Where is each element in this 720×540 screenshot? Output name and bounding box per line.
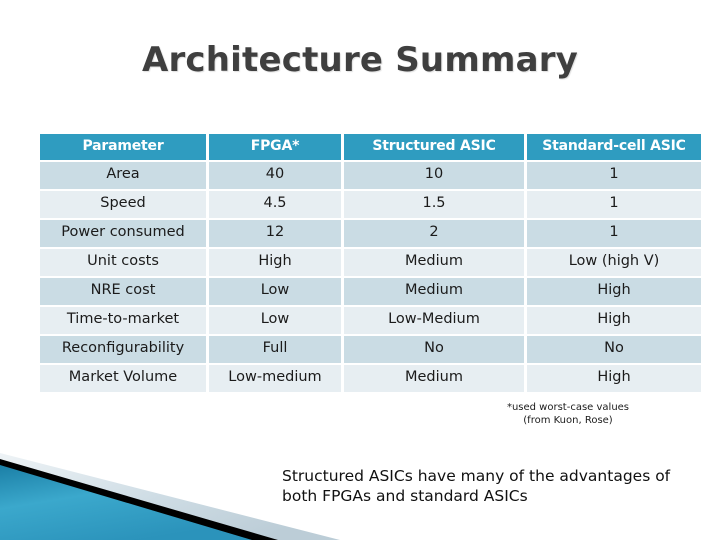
cell-fpga: Full: [209, 336, 341, 363]
cell-structured: No: [344, 336, 524, 363]
table-footnote: *used worst-case values (from Kuon, Rose…: [438, 402, 698, 427]
cell-standard: Low (high V): [527, 249, 701, 277]
cell-fpga: 40: [209, 162, 341, 190]
cell-fpga: 4.5: [209, 191, 341, 219]
column-header-parameter: Parameter: [40, 134, 206, 161]
cell-parameter: NRE cost: [40, 278, 206, 306]
cell-fpga: High: [209, 249, 341, 277]
cell-fpga: Low-medium: [209, 364, 341, 392]
cell-structured: Low-Medium: [344, 307, 524, 335]
table-row: Market Volume Low-medium Medium High: [40, 364, 701, 392]
cell-fpga: Low: [209, 278, 341, 306]
cell-parameter: Area: [40, 162, 206, 190]
cell-fpga: Low: [209, 307, 341, 335]
table-row: Area 40 10 1: [40, 162, 701, 190]
black-stripe-shape: [0, 459, 278, 540]
cell-parameter: Time-to-market: [40, 307, 206, 335]
page-title: Architecture Summary: [141, 40, 579, 80]
column-header-standard: Standard-cell ASIC: [527, 134, 701, 161]
cell-standard: No: [527, 336, 701, 363]
cell-structured: Medium: [344, 278, 524, 306]
table-header-row: Parameter FPGA* Structured ASIC Standard…: [40, 134, 701, 161]
cell-parameter: Power consumed: [40, 220, 206, 248]
cell-parameter: Unit costs: [40, 249, 206, 277]
slide-canvas: Architecture Summary Parameter FPGA* Str…: [0, 0, 720, 540]
cell-structured: Medium: [344, 249, 524, 277]
cell-standard: High: [527, 307, 701, 335]
cell-parameter: Reconfigurability: [40, 336, 206, 363]
cell-standard: 1: [527, 191, 701, 219]
table-row: Power consumed 12 2 1: [40, 220, 701, 248]
table-row: Reconfigurability Full No No: [40, 336, 701, 363]
caption-line-1: Structured ASICs have many of the advant…: [282, 467, 671, 485]
teal-wedge-shape: [0, 465, 252, 540]
table-row: Speed 4.5 1.5 1: [40, 191, 701, 219]
table-row: NRE cost Low Medium High: [40, 278, 701, 306]
caption-line-2: both FPGAs and standard ASICs: [282, 487, 528, 506]
cell-standard: High: [527, 364, 701, 392]
cell-structured: 2: [344, 220, 524, 248]
cell-standard: 1: [527, 220, 701, 248]
column-header-fpga: FPGA*: [209, 134, 341, 161]
column-header-structured: Structured ASIC: [344, 134, 524, 161]
cell-structured: 10: [344, 162, 524, 190]
cell-structured: 1.5: [344, 191, 524, 219]
cell-parameter: Market Volume: [40, 364, 206, 392]
cell-parameter: Speed: [40, 191, 206, 219]
slide-caption: Structured ASICs have many of the advant…: [282, 466, 720, 507]
footnote-line-2: (from Kuon, Rose): [523, 414, 613, 426]
table-row: Unit costs High Medium Low (high V): [40, 249, 701, 277]
architecture-summary-table: Parameter FPGA* Structured ASIC Standard…: [37, 132, 704, 394]
table-row: Time-to-market Low Low-Medium High: [40, 307, 701, 335]
cell-standard: 1: [527, 162, 701, 190]
footnote-line-1: *used worst-case values: [506, 402, 630, 413]
cell-standard: High: [527, 278, 701, 306]
cell-structured: Medium: [344, 364, 524, 392]
cell-fpga: 12: [209, 220, 341, 248]
